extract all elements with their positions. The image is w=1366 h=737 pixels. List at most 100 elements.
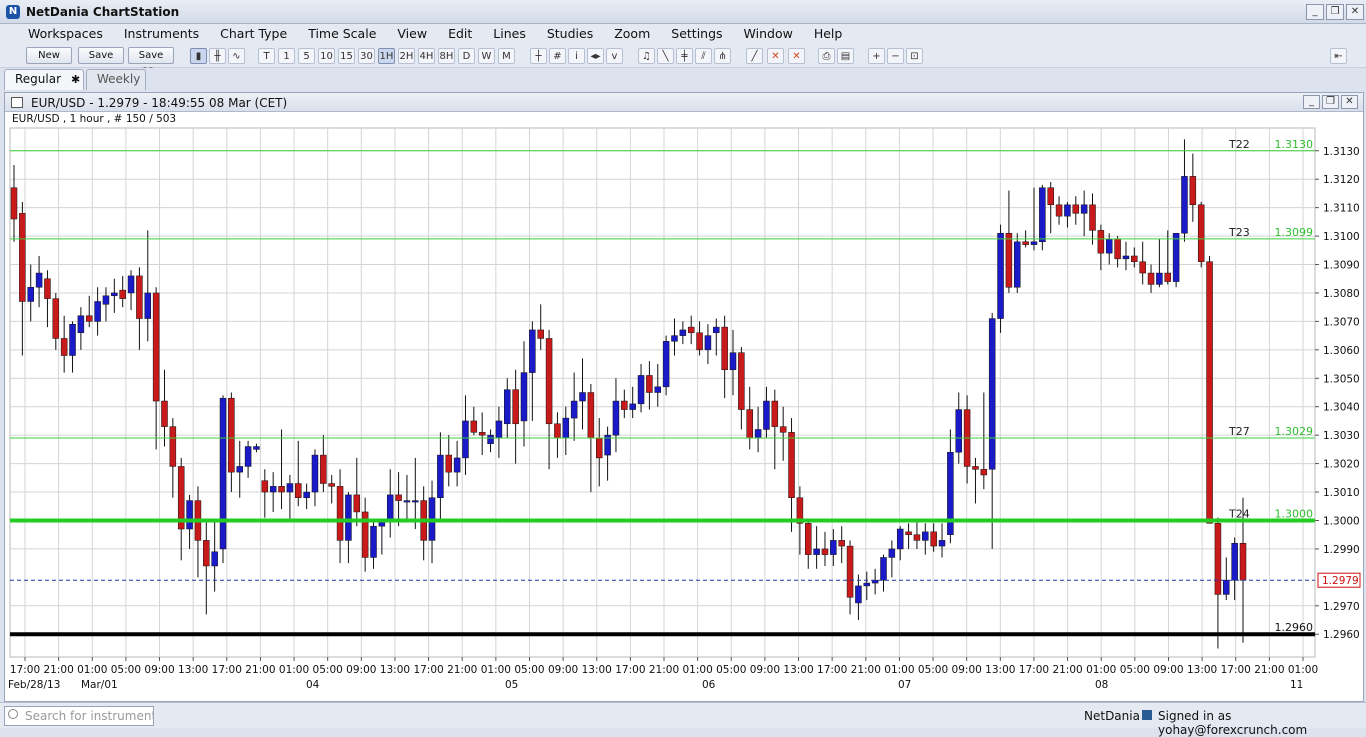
y-tick-label: 1.3080 xyxy=(1323,288,1360,300)
candle-body xyxy=(1055,204,1063,217)
chart-maximize-icon[interactable]: ❐ xyxy=(1322,95,1339,109)
maximize-icon[interactable]: ❐ xyxy=(1326,4,1344,20)
crosshair-icon[interactable]: ┼ xyxy=(530,48,547,64)
channel-icon[interactable]: ⫽ xyxy=(695,48,712,64)
candle-body xyxy=(445,454,452,473)
zoom-in-icon[interactable]: + xyxy=(868,48,885,64)
fibonacci-icon[interactable]: ╪ xyxy=(676,48,693,64)
candle-body xyxy=(1105,238,1113,254)
timeframe-w-button[interactable]: W xyxy=(478,48,495,64)
y-tick-label: 1.3120 xyxy=(1323,174,1360,186)
candle-body xyxy=(1147,272,1155,285)
candle-body xyxy=(913,534,921,541)
timeframe-d-button[interactable]: D xyxy=(458,48,475,64)
volume-icon[interactable]: v xyxy=(606,48,623,64)
tab-weekly[interactable]: Weekly xyxy=(86,69,146,90)
candle-body xyxy=(562,417,570,439)
candle-body xyxy=(236,466,243,473)
horizontal-line-value: 1.3000 xyxy=(1275,507,1314,520)
candle-body xyxy=(1064,204,1071,217)
price-chart[interactable]: 1.3130 1.3120 1.3110 1.3100 1.3090 1.3080 1.30… xyxy=(5,93,1363,701)
scroll-icon[interactable]: ◂▸ xyxy=(587,48,604,64)
timeframe-30-button[interactable]: 30 xyxy=(358,48,375,64)
menu-lines[interactable]: Lines xyxy=(483,24,537,44)
timeframe-t-button[interactable]: T xyxy=(258,48,275,64)
candle-body xyxy=(487,434,494,444)
x-tick-label: 01:00 xyxy=(481,664,511,676)
y-tick-label: 1.3040 xyxy=(1323,402,1360,414)
menu-edit[interactable]: Edit xyxy=(438,24,483,44)
candle-body xyxy=(311,454,319,493)
tab-regular-label: Regular xyxy=(15,72,62,86)
minimize-icon[interactable]: _ xyxy=(1306,4,1324,20)
save-button[interactable]: Save xyxy=(78,47,124,64)
candle-body xyxy=(1114,238,1121,260)
menu-zoom[interactable]: Zoom xyxy=(604,24,661,44)
current-price-label: 1.2979 xyxy=(1322,575,1359,587)
timeframe-m-button[interactable]: M xyxy=(498,48,515,64)
trendline-icon[interactable]: ╲ xyxy=(657,48,674,64)
timeframe-5-button[interactable]: 5 xyxy=(298,48,315,64)
x-tick-label: 21:00 xyxy=(1052,664,1082,676)
save-as-button[interactable]: Save as.. xyxy=(128,47,174,76)
timeframe-10-button[interactable]: 10 xyxy=(318,48,335,64)
candle-body xyxy=(738,352,745,410)
print-preview-icon[interactable]: ▤ xyxy=(837,48,854,64)
x-tick-label: 21:00 xyxy=(245,664,275,676)
menu-help[interactable]: Help xyxy=(804,24,854,44)
line-chart-icon[interactable]: ∿ xyxy=(228,48,245,64)
draw-line-icon[interactable]: ╱ xyxy=(746,48,763,64)
x-date-label: Feb/28/13 xyxy=(8,679,60,691)
status-brand: NetDania xyxy=(1084,709,1140,723)
search-icon xyxy=(8,709,18,719)
candle-body xyxy=(1139,261,1146,274)
menu-view[interactable]: View xyxy=(387,24,438,44)
search-input[interactable] xyxy=(4,706,154,726)
candle-body xyxy=(69,323,76,356)
timeframe-8h-button[interactable]: 8H xyxy=(438,48,455,64)
candle-body xyxy=(938,540,946,547)
x-tick-label: 05:00 xyxy=(514,664,544,676)
menu-studies[interactable]: Studies xyxy=(537,24,604,44)
pitchfork-icon[interactable]: ⋔ xyxy=(714,48,731,64)
y-tick-label: 1.3060 xyxy=(1323,345,1360,357)
candle-body xyxy=(35,272,43,288)
candle-body xyxy=(144,292,152,319)
close-icon[interactable]: ✕ xyxy=(1346,4,1364,20)
menu-bar: Workspaces Instruments Chart Type Time Scal… xyxy=(0,24,1366,44)
bell-icon[interactable]: ♫ xyxy=(638,48,655,64)
tab-close-icon[interactable]: ✱ xyxy=(71,73,80,86)
zoom-reset-icon[interactable]: ⊡ xyxy=(906,48,923,64)
menu-settings[interactable]: Settings xyxy=(661,24,733,44)
tab-regular[interactable]: Regular ✱ xyxy=(4,69,84,90)
panel-toggle-icon[interactable]: ⇤ xyxy=(1330,48,1347,64)
grid-icon[interactable]: # xyxy=(549,48,566,64)
candlestick-chart-icon[interactable]: ▮ xyxy=(190,48,207,64)
menu-workspaces[interactable]: Workspaces xyxy=(18,24,114,44)
timeframe-1-button[interactable]: 1 xyxy=(278,48,295,64)
candle-body xyxy=(85,315,93,322)
candle-body xyxy=(1022,241,1029,245)
zoom-out-icon[interactable]: − xyxy=(887,48,904,64)
candle-body xyxy=(1122,255,1130,260)
chart-minimize-icon[interactable]: _ xyxy=(1303,95,1320,109)
chart-close-icon[interactable]: ✕ xyxy=(1341,95,1358,109)
candle-body xyxy=(779,426,787,433)
menu-chart-type[interactable]: Chart Type xyxy=(210,24,298,44)
menu-window[interactable]: Window xyxy=(734,24,804,44)
timeframe-1h-button[interactable]: 1H xyxy=(378,48,395,64)
menu-time-scale[interactable]: Time Scale xyxy=(298,24,387,44)
bar-chart-icon[interactable]: ╫ xyxy=(209,48,226,64)
print-icon[interactable]: ⎙ xyxy=(818,48,835,64)
candle-body xyxy=(529,329,536,373)
info-icon[interactable]: i xyxy=(568,48,585,64)
delete-lines-icon[interactable]: ✕ xyxy=(767,48,784,64)
menu-instruments[interactable]: Instruments xyxy=(114,24,210,44)
timeframe-4h-button[interactable]: 4H xyxy=(418,48,435,64)
new-button[interactable]: New xyxy=(26,47,72,64)
candle-body xyxy=(1014,241,1021,288)
candle-body xyxy=(437,454,444,498)
timeframe-2h-button[interactable]: 2H xyxy=(398,48,415,64)
delete-studies-icon[interactable]: ✕ xyxy=(788,48,805,64)
timeframe-15-button[interactable]: 15 xyxy=(338,48,355,64)
